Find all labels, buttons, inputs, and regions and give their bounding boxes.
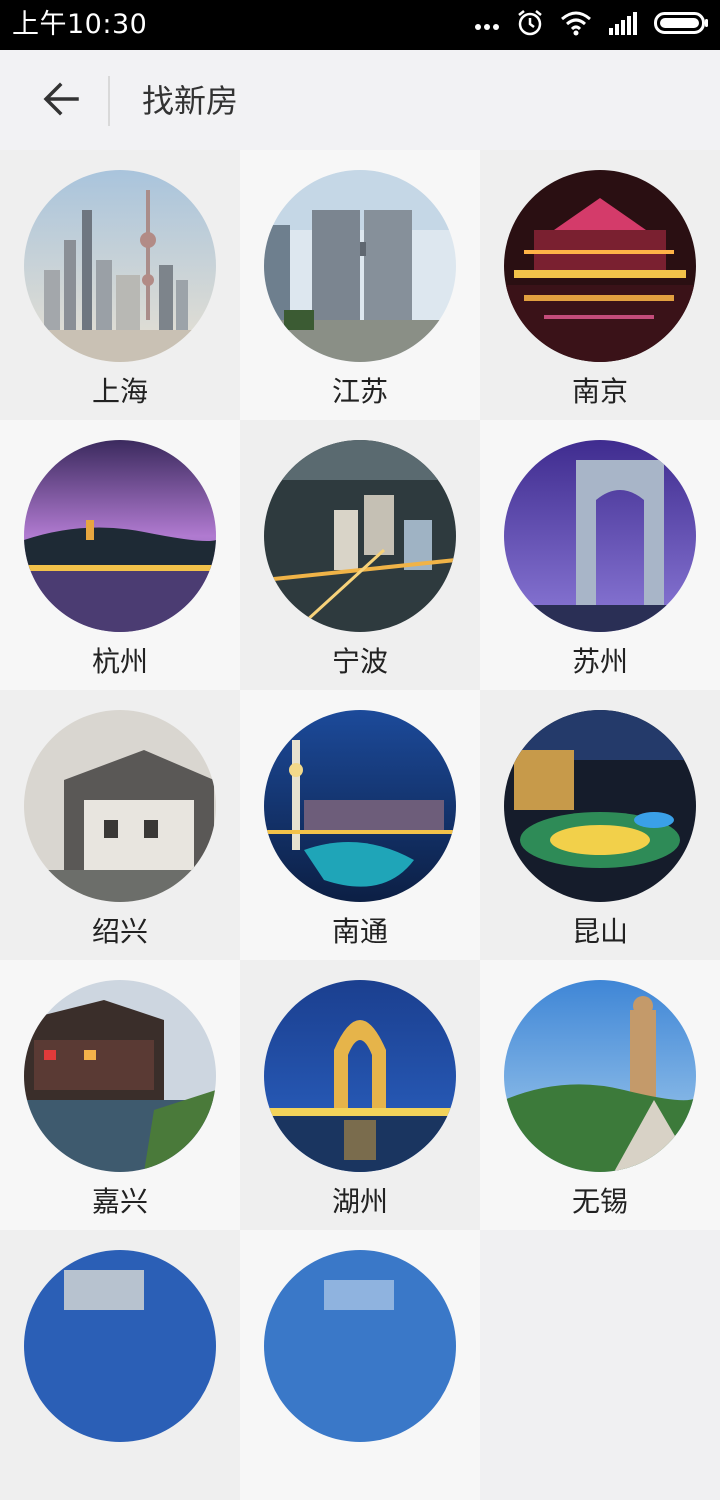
status-bar: 上午10:30 — [0, 0, 720, 50]
city-tile-next-1[interactable] — [0, 1230, 240, 1500]
city-name: 苏州 — [571, 645, 628, 678]
wifi-icon — [560, 10, 592, 40]
city-photo-ningbo — [264, 440, 456, 632]
city-photo-hangzhou — [24, 440, 216, 632]
city-photo-jiaxing — [24, 980, 216, 1172]
city-tile-hangzhou[interactable]: 杭州 — [0, 420, 240, 690]
alarm-icon — [516, 9, 544, 41]
city-name: 杭州 — [91, 645, 148, 678]
page-title: 找新房 — [142, 82, 239, 120]
city-tile-ningbo[interactable]: 宁波 — [240, 420, 480, 690]
top-app-bar: 找新房 — [0, 50, 720, 150]
city-photo-shaoxing — [24, 710, 216, 902]
city-tile-suzhou[interactable]: 苏州 — [480, 420, 720, 690]
city-tile-jiaxing[interactable]: 嘉兴 — [0, 960, 240, 1230]
city-tile-next-2[interactable] — [240, 1230, 480, 1500]
city-photo-next-2 — [264, 1250, 456, 1442]
city-tile-huzhou[interactable]: 湖州 — [240, 960, 480, 1230]
city-photo-suzhou — [504, 440, 696, 632]
status-time: 上午10:30 — [12, 9, 148, 40]
city-tile-kunshan[interactable]: 昆山 — [480, 690, 720, 960]
city-tile-wuxi[interactable]: 无锡 — [480, 960, 720, 1230]
city-photo-jiangsu — [264, 170, 456, 362]
city-name: 南京 — [571, 375, 628, 408]
city-name: 嘉兴 — [91, 1185, 148, 1218]
city-tile-shanghai[interactable]: 上海 — [0, 150, 240, 420]
signal-icon — [608, 10, 638, 40]
status-icons — [474, 10, 710, 40]
city-photo-nanjing — [504, 170, 696, 362]
city-photo-nantong — [264, 710, 456, 902]
city-photo-huzhou — [264, 980, 456, 1172]
city-name: 上海 — [91, 375, 148, 408]
city-photo-next-1 — [24, 1250, 216, 1442]
city-name: 宁波 — [331, 645, 388, 678]
city-name: 绍兴 — [91, 915, 148, 948]
city-photo-kunshan — [504, 710, 696, 902]
back-button[interactable] — [36, 78, 86, 124]
empty-tile — [480, 1230, 720, 1500]
back-arrow-icon — [41, 81, 81, 121]
city-name: 湖州 — [331, 1185, 388, 1218]
city-name: 无锡 — [571, 1185, 628, 1218]
city-name: 南通 — [331, 915, 388, 948]
city-tile-nantong[interactable]: 南通 — [240, 690, 480, 960]
city-photo-shanghai — [24, 170, 216, 362]
header-divider — [108, 76, 110, 126]
more-dots-icon — [474, 16, 500, 35]
city-photo-wuxi — [504, 980, 696, 1172]
city-tile-shaoxing[interactable]: 绍兴 — [0, 690, 240, 960]
city-name: 昆山 — [571, 915, 628, 948]
city-grid: 上海 江苏 南京 杭州 宁波 苏州 绍兴 南通 昆山 嘉兴 湖州 无锡 — [0, 150, 720, 1500]
city-tile-nanjing[interactable]: 南京 — [480, 150, 720, 420]
city-tile-jiangsu[interactable]: 江苏 — [240, 150, 480, 420]
battery-icon — [654, 10, 710, 40]
city-name: 江苏 — [331, 375, 388, 408]
